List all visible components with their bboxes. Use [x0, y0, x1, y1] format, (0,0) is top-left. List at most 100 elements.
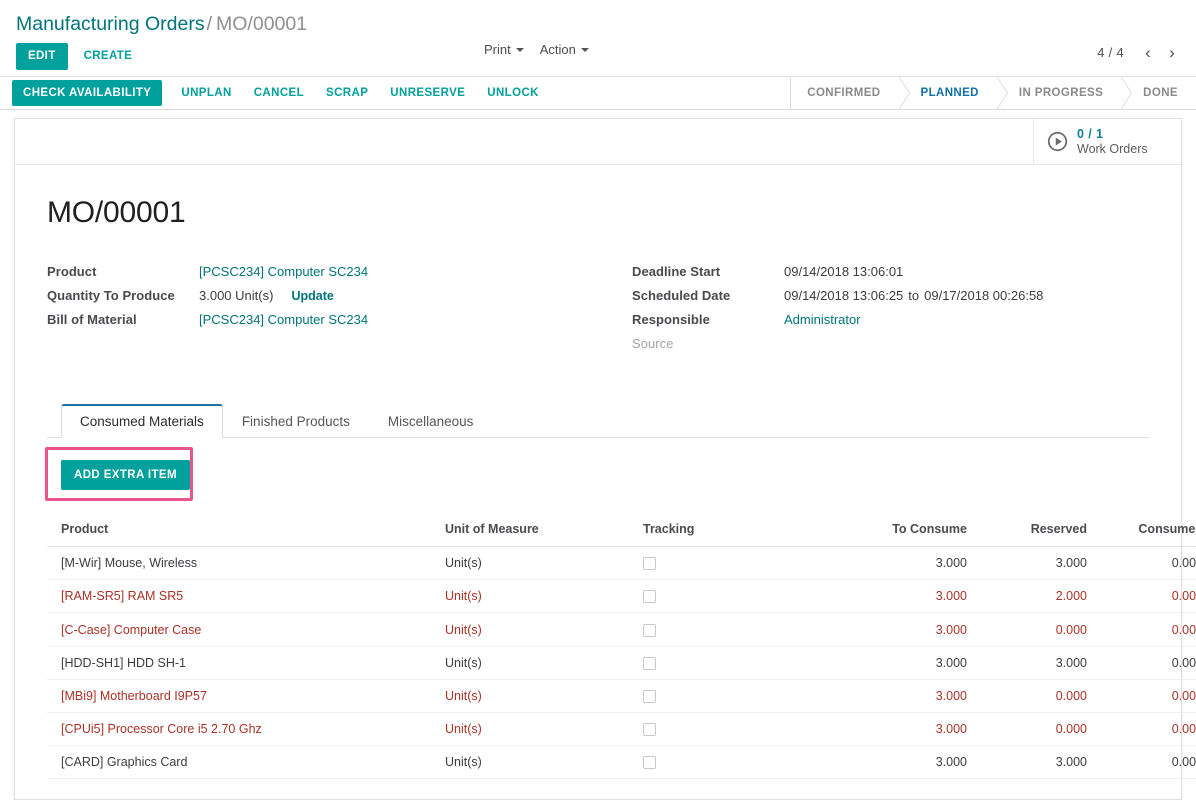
work-orders-smart-button[interactable]: 0 / 1 Work Orders: [1033, 119, 1181, 164]
table-row[interactable]: [M-Wir] Mouse, Wireless Unit(s) 3.000 3.000…: [47, 546, 1196, 581]
cell-reserved[interactable]: 0.000: [975, 679, 1095, 714]
statusbar-stage-confirmed[interactable]: CONFIRMED: [791, 77, 898, 109]
table-row[interactable]: [CPUi5] Processor Core i5 2.70 Ghz Unit(s…: [47, 712, 1196, 747]
column-header-consumed[interactable]: Consumed: [1095, 516, 1196, 547]
cell-consumed[interactable]: 0.000: [1095, 745, 1196, 780]
table-row[interactable]: [C-Case] Computer Case Unit(s) 3.000 0.000 0…: [47, 612, 1196, 647]
breadcrumb-root-link[interactable]: Manufacturing Orders: [16, 13, 205, 35]
smart-button-box: 0 / 1 Work Orders: [15, 119, 1181, 165]
cell-product[interactable]: [CARD] Graphics Card: [47, 745, 437, 780]
action-dropdown[interactable]: Action: [540, 42, 589, 57]
unreserve-button[interactable]: UNRESERVE: [379, 81, 476, 105]
control-panel: Manufacturing Orders / MO/00001 EDIT CREAT…: [0, 0, 1196, 110]
table-row[interactable]: [MBi9] Motherboard I9P57 Unit(s) 3.000 0.00…: [47, 679, 1196, 714]
table-row[interactable]: [RAM-SR5] RAM SR5Unit(s) 3.0002.0000.000: [47, 579, 1196, 614]
cell-consumed[interactable]: 0.000: [1095, 712, 1196, 747]
column-header-tracking[interactable]: Tracking: [635, 516, 835, 547]
table-row[interactable]: [CARD] Graphics Card Unit(s) 3.000 3.000 0.0…: [47, 745, 1196, 780]
cell-to-consume[interactable]: 3.000: [835, 712, 975, 747]
tracking-checkbox[interactable]: [643, 656, 656, 670]
print-dropdown[interactable]: Print: [484, 42, 524, 57]
control-panel-top: Manufacturing Orders / MO/00001: [0, 0, 1196, 36]
cell-consumed[interactable]: 0.000: [1095, 579, 1196, 614]
tracking-checkbox[interactable]: [643, 723, 656, 737]
cell-product[interactable]: [RAM-SR5] RAM SR5: [47, 579, 437, 614]
tab-finished-products[interactable]: Finished Products: [223, 404, 369, 438]
cell-consumed[interactable]: 0.000: [1095, 679, 1196, 714]
edit-button[interactable]: EDIT: [16, 42, 68, 70]
cell-unit-of-measure[interactable]: Unit(s): [437, 679, 635, 714]
pager-previous-button[interactable]: ‹: [1138, 41, 1158, 63]
tracking-checkbox[interactable]: [643, 690, 656, 704]
action-dropdown-label: Action: [539, 42, 576, 57]
cell-unit-of-measure[interactable]: Unit(s): [437, 712, 635, 747]
scheduled-date-separator: to: [908, 288, 920, 303]
cell-reserved[interactable]: 0.000: [975, 612, 1095, 647]
cell-tracking[interactable]: [635, 612, 835, 647]
table-row[interactable]: [HDD-SH1] HDD SH-1Unit(s)3.0003.0000.000: [47, 646, 1196, 680]
pager-next-button[interactable]: ›: [1162, 41, 1182, 63]
column-header-unit-of-measure[interactable]: Unit of Measure: [437, 516, 635, 547]
cell-product[interactable]: [CPUi5] Processor Core i5 2.70 Ghz: [47, 712, 437, 747]
control-panel-menus: Print Action: [484, 42, 589, 57]
cell-tracking[interactable]: [635, 646, 835, 680]
cell-unit-of-measure[interactable]: Unit(s): [437, 546, 635, 581]
statusbar-stage-done[interactable]: DONE: [1120, 76, 1196, 110]
create-button[interactable]: CREATE: [82, 44, 135, 68]
cell-to-consume[interactable]: 3.000: [835, 579, 975, 614]
cell-tracking[interactable]: [635, 546, 835, 581]
field-value-bill-of-material[interactable]: [PCSC234] Computer SC234: [199, 312, 368, 327]
column-header-to-consume[interactable]: To Consume: [835, 516, 975, 547]
cell-tracking[interactable]: [635, 745, 835, 780]
cell-reserved[interactable]: 3.000: [975, 745, 1095, 780]
cell-to-consume[interactable]: 3.000: [835, 745, 975, 780]
cell-reserved[interactable]: 3.000: [975, 546, 1095, 581]
field-label-responsible: Responsible: [632, 312, 710, 327]
consumed-materials-table: Product Unit of Measure Tracking To Cons…: [47, 516, 1196, 780]
column-header-product[interactable]: Product: [47, 516, 437, 547]
tracking-checkbox[interactable]: [643, 623, 656, 637]
cell-to-consume[interactable]: 3.000: [835, 612, 975, 647]
cell-unit-of-measure[interactable]: Unit(s): [437, 612, 635, 647]
cell-consumed[interactable]: 0.000: [1095, 612, 1196, 647]
field-value-responsible[interactable]: Administrator: [784, 312, 861, 327]
statusbar-stage-planned[interactable]: PLANNED: [897, 76, 997, 110]
unlock-button[interactable]: UNLOCK: [476, 81, 550, 105]
cell-to-consume[interactable]: 3.000: [835, 646, 975, 680]
cancel-button[interactable]: CANCEL: [243, 81, 315, 105]
cell-reserved[interactable]: 3.000: [975, 646, 1095, 680]
field-label-deadline-start: Deadline Start: [632, 264, 721, 279]
cell-product[interactable]: [HDD-SH1] HDD SH-1: [47, 646, 437, 680]
chevron-down-icon: [515, 47, 524, 52]
cell-tracking[interactable]: [635, 579, 835, 614]
update-quantity-button[interactable]: Update: [291, 289, 333, 303]
scrap-button[interactable]: SCRAP: [315, 81, 379, 105]
tab-miscellaneous[interactable]: Miscellaneous: [369, 404, 493, 438]
cell-consumed[interactable]: 0.000: [1095, 646, 1196, 680]
cell-consumed[interactable]: 0.000: [1095, 546, 1196, 581]
cell-to-consume[interactable]: 3.000: [835, 546, 975, 581]
work-orders-count: 0 / 1: [1077, 126, 1104, 141]
field-value-product[interactable]: [PCSC234] Computer SC234: [199, 264, 368, 279]
check-availability-button[interactable]: CHECK AVAILABILITY: [12, 80, 163, 106]
cell-tracking[interactable]: [635, 712, 835, 747]
add-extra-item-button[interactable]: ADD EXTRA ITEM: [61, 460, 190, 490]
tracking-checkbox[interactable]: [643, 756, 656, 770]
cell-product[interactable]: [C-Case] Computer Case: [47, 612, 437, 647]
cell-tracking[interactable]: [635, 679, 835, 714]
statusbar-stage-in-progress[interactable]: IN PROGRESS: [995, 76, 1121, 110]
cell-unit-of-measure[interactable]: Unit(s): [437, 579, 635, 614]
column-header-reserved[interactable]: Reserved: [975, 516, 1095, 547]
tracking-checkbox[interactable]: [643, 557, 656, 571]
cell-product[interactable]: [MBi9] Motherboard I9P57: [47, 679, 437, 714]
cell-to-consume[interactable]: 3.000: [835, 679, 975, 714]
unplan-button[interactable]: UNPLAN: [170, 81, 242, 105]
cell-unit-of-measure[interactable]: Unit(s): [437, 745, 635, 780]
cell-unit-of-measure[interactable]: Unit(s): [437, 646, 635, 680]
tab-consumed-materials[interactable]: Consumed Materials: [61, 404, 223, 438]
tracking-checkbox[interactable]: [643, 590, 656, 604]
cell-reserved[interactable]: 2.000: [975, 579, 1095, 614]
notebook: Consumed Materials Finished Products Misce…: [45, 400, 1196, 780]
cell-reserved[interactable]: 0.000: [975, 712, 1095, 747]
cell-product[interactable]: [M-Wir] Mouse, Wireless: [47, 546, 437, 581]
